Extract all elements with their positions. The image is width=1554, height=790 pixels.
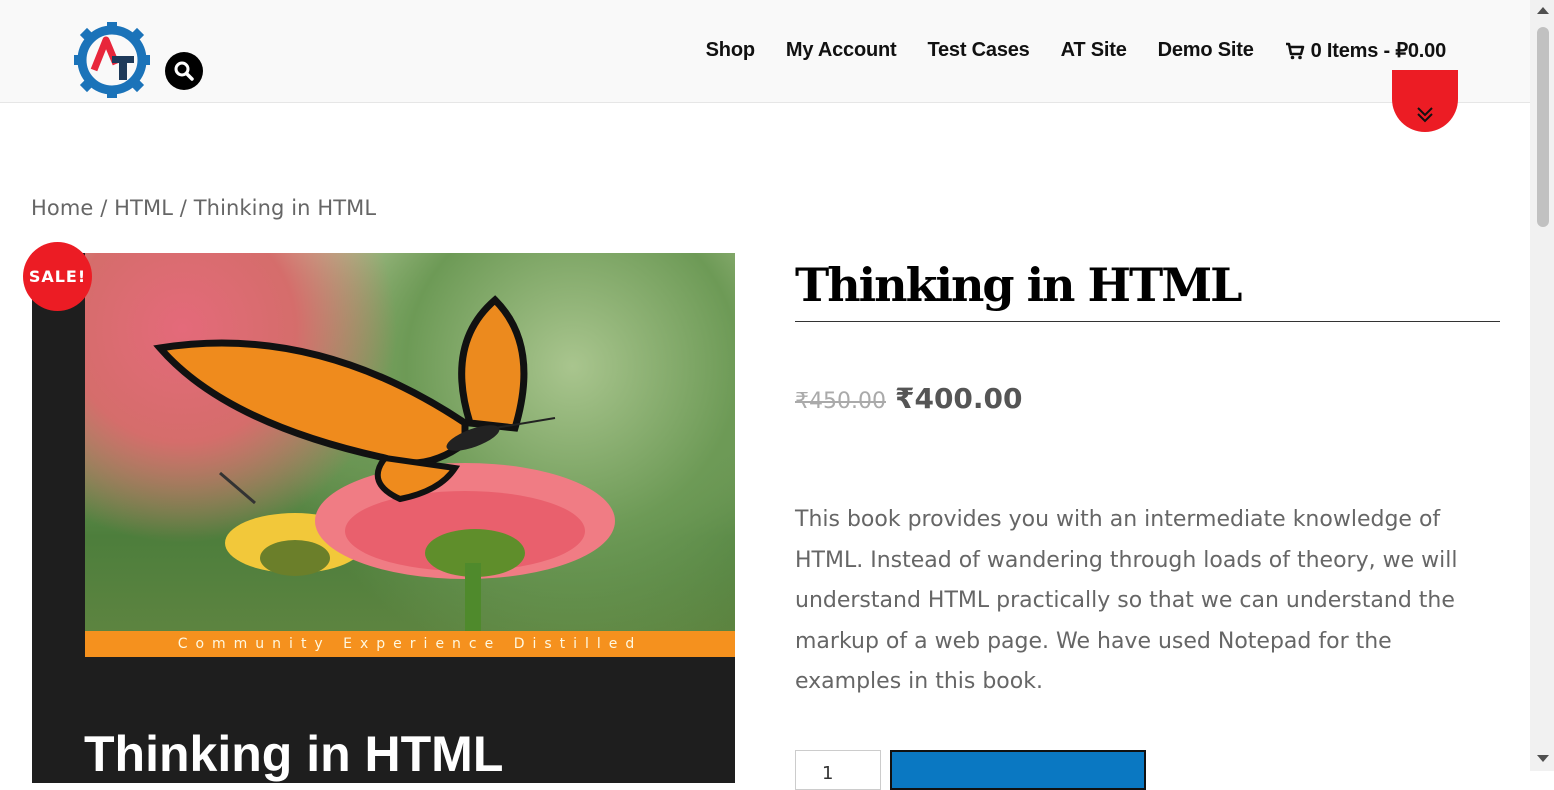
chevron-double-down-icon (1417, 107, 1433, 123)
scrollbar-down-arrow[interactable] (1537, 755, 1549, 762)
scrollbar-up-arrow[interactable] (1537, 7, 1549, 14)
main-nav: Shop My Account Test Cases AT Site Demo … (675, 38, 1447, 63)
nav-my-account[interactable]: My Account (786, 39, 897, 62)
nav-test-cases[interactable]: Test Cases (927, 39, 1029, 62)
product-price: ₹450.00 ₹400.00 (795, 382, 1023, 415)
nav-demo-site[interactable]: Demo Site (1158, 39, 1254, 62)
product-title: Thinking in HTML (795, 258, 1500, 323)
add-to-basket-button[interactable] (890, 750, 1146, 790)
breadcrumb-home[interactable]: Home (31, 196, 93, 220)
nav-shop[interactable]: Shop (706, 39, 755, 62)
scroll-down-button[interactable] (1392, 70, 1458, 132)
cart-summary: 0 Items - ₽0.00 (1310, 40, 1447, 62)
search-icon (174, 61, 194, 81)
site-logo[interactable] (72, 20, 152, 100)
search-button[interactable] (165, 52, 203, 90)
regular-price: ₹450.00 (795, 389, 886, 414)
site-header: Shop My Account Test Cases AT Site Demo … (0, 0, 1530, 103)
product-image[interactable]: Community Experience Distilled Thinking … (32, 253, 735, 783)
breadcrumb-category[interactable]: HTML (114, 196, 173, 220)
scrollbar-thumb[interactable] (1537, 27, 1549, 227)
sale-badge: SALE! (23, 242, 92, 311)
nav-cart[interactable]: 0 Items - ₽0.00 (1285, 38, 1446, 63)
cover-tagline: Community Experience Distilled (85, 631, 735, 657)
quantity-input[interactable]: 1 (795, 750, 881, 790)
cover-title: Thinking in HTML (84, 726, 504, 782)
breadcrumb: Home / HTML / Thinking in HTML (31, 196, 376, 220)
nav-at-site[interactable]: AT Site (1061, 39, 1127, 62)
butterfly-flower-illustration (153, 295, 615, 631)
breadcrumb-current: Thinking in HTML (193, 196, 377, 220)
breadcrumb-separator: / (93, 196, 115, 220)
breadcrumb-separator: / (173, 196, 194, 220)
cart-icon (1285, 42, 1304, 59)
sale-price: ₹400.00 (894, 382, 1023, 415)
cover-photo (85, 253, 735, 631)
product-description: This book provides you with an intermedi… (795, 507, 1458, 694)
